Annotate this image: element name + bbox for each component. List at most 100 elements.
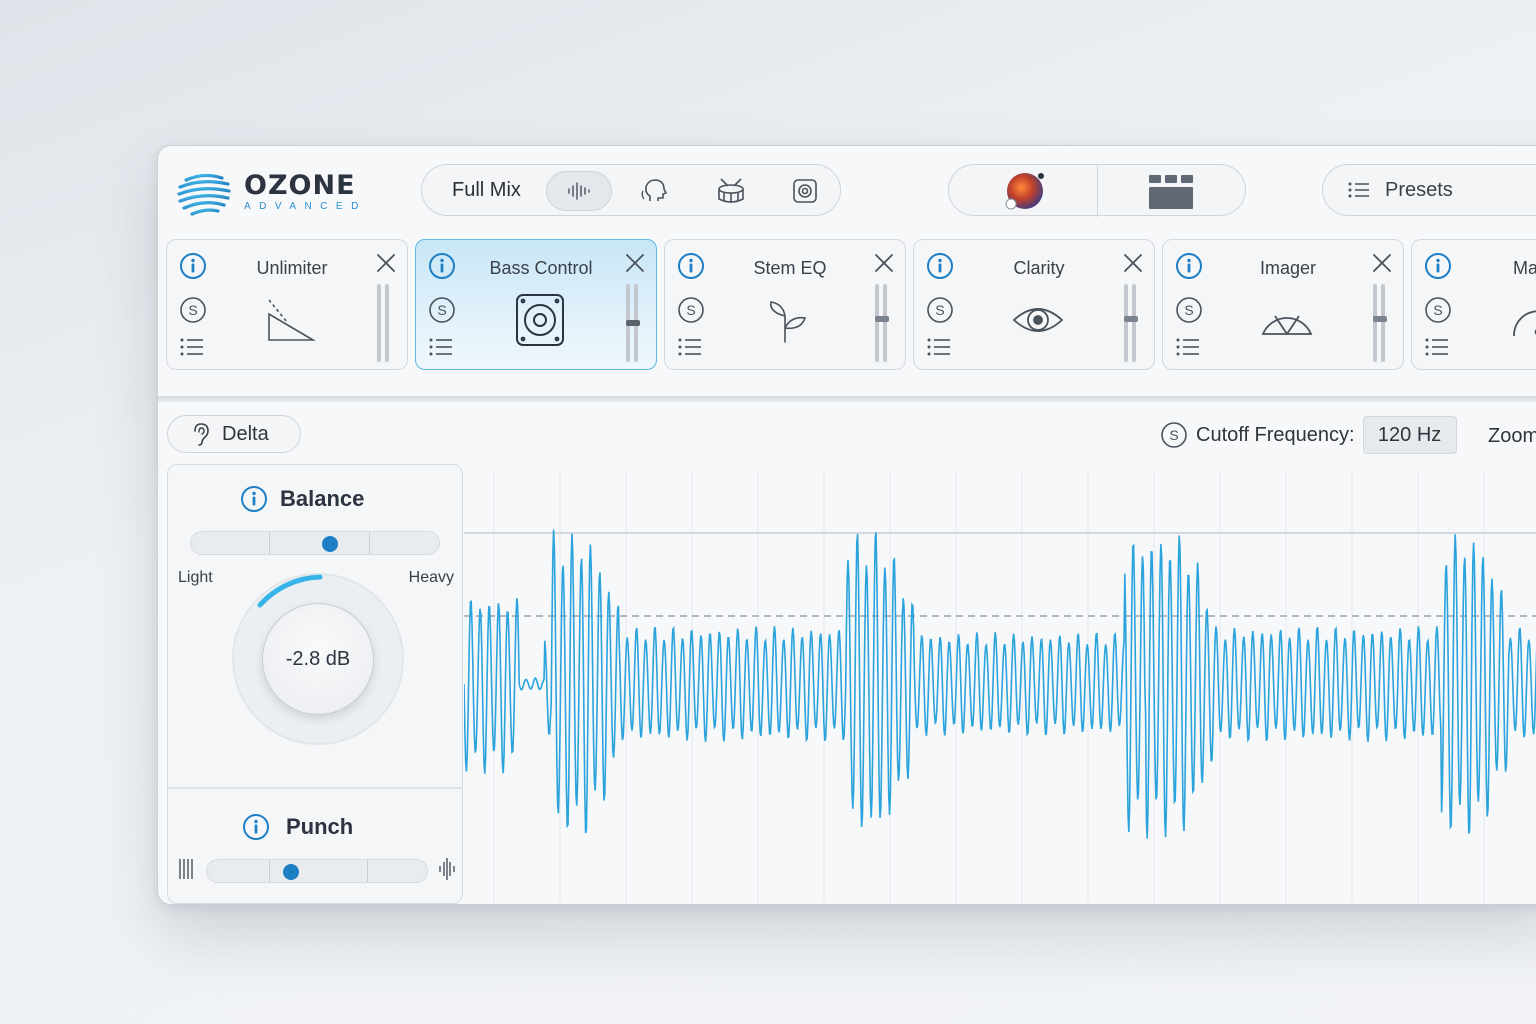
assistant-orb-icon[interactable] [1003,169,1047,213]
view-divider [1097,165,1098,217]
svg-text:S: S [1184,302,1193,318]
svg-text:S: S [935,302,944,318]
waveform-icon [568,182,590,200]
info-icon[interactable] [1175,252,1203,285]
source-vocals-button[interactable] [622,171,688,211]
info-icon[interactable] [677,252,705,285]
speaker-icon [516,294,564,346]
info-icon[interactable] [1424,252,1452,285]
bass-speaker-icon [793,179,817,203]
info-icon[interactable] [240,485,268,513]
solo-icon[interactable]: S [179,296,207,329]
source-drums-button[interactable] [698,171,764,211]
list-icon [1348,182,1369,198]
zoom-label[interactable]: Zoom [1488,425,1536,448]
balance-light-label: Light [178,569,213,586]
close-icon[interactable] [873,252,895,274]
presets-button[interactable]: Presets [1322,164,1536,216]
solo-icon[interactable]: S [1160,421,1188,449]
ozone-logo-icon [177,173,231,216]
module-level-meter [1373,284,1387,362]
module-unlimiter[interactable]: S Unlimiter [166,239,408,370]
balance-slider[interactable] [190,531,440,555]
ear-icon [194,423,209,446]
vocal-head-icon [641,179,667,201]
solo-icon[interactable]: S [1424,296,1452,329]
cutoff-frequency-label: Cutoff Frequency: [1196,423,1355,446]
module-chain: S Unlimiter S Bass Control S Stem EQ S Clarity S… [166,239,1536,371]
list-icon[interactable] [428,336,454,363]
ozone-window: OZONE ADVANCED Full Mix Presets S Unlimi… [157,145,1536,905]
punch-slider-thumb[interactable] [282,864,299,880]
view-selector [948,164,1246,217]
app-title: OZONE [244,169,356,201]
hard-transient-icon [439,858,455,880]
source-full-mix-button[interactable] [546,171,612,211]
cutoff-frequency-input[interactable]: 120 Hz [1362,416,1457,454]
info-icon[interactable] [428,252,456,285]
info-icon[interactable] [179,252,207,285]
header: OZONE ADVANCED Full Mix Presets [158,146,1536,238]
waveform-display[interactable] [464,471,1536,903]
close-icon[interactable] [1371,252,1393,274]
module-name: Imager [1259,258,1317,278]
module-stem-eq[interactable]: S Stem EQ [664,239,906,370]
panel-divider [168,787,462,789]
balance-header: Balance [240,485,364,513]
module-name: Maxin [1512,258,1536,278]
unlimiter-icon [268,299,316,341]
sprout-icon [769,301,807,343]
module-clarity[interactable]: S Clarity [913,239,1155,370]
module-level-meter [1124,284,1138,362]
layout-view-icon[interactable] [1147,173,1195,211]
close-icon[interactable] [624,252,646,274]
module-name: Unlimiter [256,258,328,278]
info-icon[interactable] [926,252,954,285]
info-icon[interactable] [242,813,270,841]
list-icon[interactable] [179,336,205,363]
presets-label: Presets [1385,178,1453,201]
slider-tick [269,532,270,554]
punch-header: Punch [242,813,353,841]
source-label[interactable]: Full Mix [452,179,521,202]
bass-control-panel: Balance Light Heavy -2.8 dB Punch [167,464,463,904]
module-name: Clarity [1013,258,1065,278]
punch-slider[interactable] [206,859,428,883]
close-icon[interactable] [1122,252,1144,274]
source-bass-button[interactable] [772,171,838,211]
solo-icon[interactable]: S [926,296,954,329]
balance-knob-value: -2.8 dB [262,603,374,715]
svg-text:S: S [437,302,446,318]
slider-tick [369,532,370,554]
module-imager[interactable]: S Imager [1162,239,1404,370]
solo-icon[interactable]: S [428,296,456,329]
module-name: Bass Control [489,258,593,278]
solo-icon[interactable]: S [677,296,705,329]
delta-button[interactable]: Delta [167,415,301,453]
module-level-meter [377,284,391,362]
module-maxin[interactable]: S Maxin [1411,239,1536,370]
cutoff-frequency-control: S Cutoff Frequency: 120 Hz [1160,416,1457,454]
soft-transient-icon [179,859,193,879]
list-icon[interactable] [1175,336,1201,363]
gauge-icon [1513,310,1536,337]
eye-icon [1012,308,1064,332]
module-bass-control[interactable]: S Bass Control [415,239,657,370]
list-icon[interactable] [1424,336,1450,363]
list-icon[interactable] [926,336,952,363]
module-level-meter [875,284,889,362]
close-icon[interactable] [375,252,397,274]
imager-icon [1261,315,1313,335]
solo-icon[interactable]: S [1175,296,1203,329]
list-icon[interactable] [677,336,703,363]
meter-marker [875,316,889,322]
svg-text:S: S [188,302,197,318]
balance-knob[interactable]: -2.8 dB [232,573,404,745]
app-subtitle: ADVANCED [244,200,367,212]
meter-marker [1373,316,1387,322]
balance-title: Balance [280,486,365,511]
balance-slider-thumb[interactable] [321,536,338,552]
svg-text:S: S [1169,427,1178,443]
delta-label: Delta [222,422,269,445]
slider-tick [269,860,270,882]
